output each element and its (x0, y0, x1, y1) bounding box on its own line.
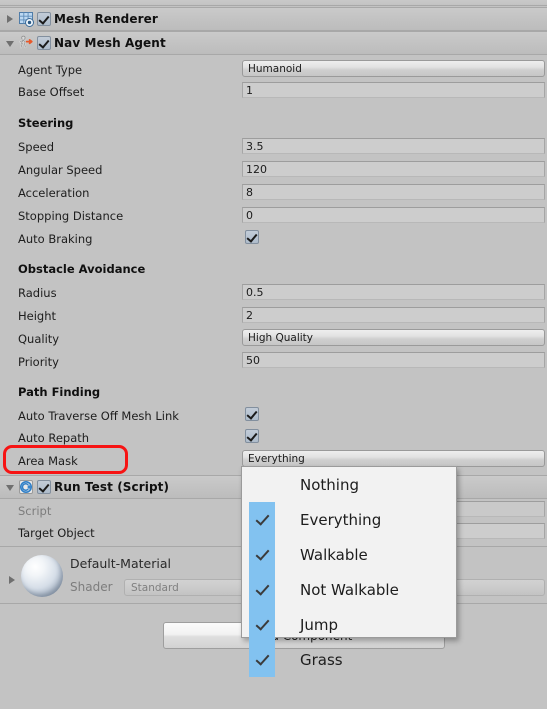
stopping-distance-input[interactable]: 0 (242, 207, 545, 223)
dropdown-item-nothing[interactable]: Nothing (242, 467, 456, 502)
row-auto-braking: Auto Braking (0, 227, 547, 250)
auto-braking-toggle[interactable] (245, 230, 259, 244)
label-auto-traverse-off-mesh-link: Auto Traverse Off Mesh Link (18, 408, 179, 423)
label-target-object: Target Object (18, 525, 95, 540)
label-priority: Priority (18, 354, 59, 369)
label-quality: Quality (18, 331, 60, 346)
label-area-mask: Area Mask (18, 453, 78, 468)
component-title-nav-mesh-agent: Nav Mesh Agent (54, 36, 166, 50)
component-enabled-toggle-mesh-renderer[interactable] (37, 12, 51, 26)
dropdown-item-label: Jump (300, 615, 339, 634)
csharp-script-icon (18, 479, 34, 495)
section-header-obstacle-avoidance: Obstacle Avoidance (0, 258, 547, 280)
row-auto-traverse-off-mesh-link: Auto Traverse Off Mesh Link (0, 404, 547, 427)
label-speed: Speed (18, 139, 55, 154)
section-header-steering: Steering (0, 112, 547, 134)
priority-input[interactable]: 50 (242, 352, 545, 368)
unity-inspector-panel: Mesh Renderer Nav Mesh Agent Agent Type … (0, 0, 547, 709)
component-enabled-toggle-nav-mesh-agent[interactable] (37, 36, 51, 50)
label-acceleration: Acceleration (18, 185, 90, 200)
mesh-renderer-icon (18, 11, 34, 27)
component-header-mesh-renderer[interactable]: Mesh Renderer (0, 7, 547, 31)
dropdown-item-jump[interactable]: Jump (242, 607, 456, 642)
foldout-triangle-material[interactable] (6, 573, 19, 586)
checkmark-icon (249, 572, 275, 607)
dropdown-item-label: Not Walkable (300, 580, 399, 599)
foldout-triangle-run-test-script[interactable] (4, 481, 17, 494)
component-title-mesh-renderer: Mesh Renderer (54, 12, 158, 26)
radius-input[interactable]: 0.5 (242, 284, 545, 300)
checkmark-icon (249, 537, 275, 572)
label-shader: Shader (70, 580, 113, 594)
base-offset-input[interactable]: 1 (242, 82, 545, 98)
label-height: Height (18, 308, 57, 323)
checkmark-icon (249, 607, 275, 642)
row-auto-repath: Auto Repath (0, 426, 547, 449)
quality-popup[interactable]: High Quality (242, 329, 545, 346)
auto-traverse-off-mesh-link-toggle[interactable] (245, 407, 259, 421)
height-input[interactable]: 2 (242, 307, 545, 323)
area-mask-dropdown-menu[interactable]: Nothing Everything Walkable Not Walkable… (241, 466, 457, 677)
checkmark-icon (249, 502, 275, 537)
area-mask-popup[interactable]: Everything (242, 450, 545, 467)
component-title-run-test-script: Run Test (Script) (54, 480, 170, 494)
section-header-path-finding: Path Finding (0, 381, 547, 403)
dropdown-item-not-walkable[interactable]: Not Walkable (242, 572, 456, 607)
auto-repath-toggle[interactable] (245, 429, 259, 443)
component-enabled-toggle-run-test-script[interactable] (37, 480, 51, 494)
label-agent-type: Agent Type (18, 62, 83, 77)
label-auto-repath: Auto Repath (18, 430, 90, 445)
dropdown-item-label: Walkable (300, 545, 368, 564)
section-title-steering: Steering (18, 116, 74, 130)
dropdown-item-label: Nothing (300, 475, 359, 494)
section-title-path-finding: Path Finding (18, 385, 101, 399)
angular-speed-input[interactable]: 120 (242, 161, 545, 177)
dropdown-item-grass[interactable]: Grass (242, 642, 456, 677)
label-radius: Radius (18, 285, 57, 300)
panel-top-strip (0, 0, 547, 6)
label-stopping-distance: Stopping Distance (18, 208, 124, 223)
label-angular-speed: Angular Speed (18, 162, 103, 177)
speed-input[interactable]: 3.5 (242, 138, 545, 154)
material-name: Default-Material (70, 556, 171, 571)
agent-type-popup[interactable]: Humanoid (242, 60, 545, 77)
section-title-obstacle-avoidance: Obstacle Avoidance (18, 262, 146, 276)
dropdown-item-label: Everything (300, 510, 382, 529)
label-script: Script (18, 503, 52, 518)
label-auto-braking: Auto Braking (18, 231, 93, 246)
component-header-nav-mesh-agent[interactable]: Nav Mesh Agent (0, 31, 547, 55)
foldout-triangle-nav-mesh-agent[interactable] (4, 37, 17, 50)
nav-mesh-agent-icon (18, 35, 34, 51)
foldout-triangle-mesh-renderer[interactable] (4, 13, 17, 26)
material-sphere-preview-icon (21, 555, 63, 597)
label-base-offset: Base Offset (18, 84, 85, 99)
checkmark-icon (249, 642, 275, 677)
dropdown-item-everything[interactable]: Everything (242, 502, 456, 537)
acceleration-input[interactable]: 8 (242, 184, 545, 200)
dropdown-item-label: Grass (300, 650, 343, 669)
dropdown-item-walkable[interactable]: Walkable (242, 537, 456, 572)
